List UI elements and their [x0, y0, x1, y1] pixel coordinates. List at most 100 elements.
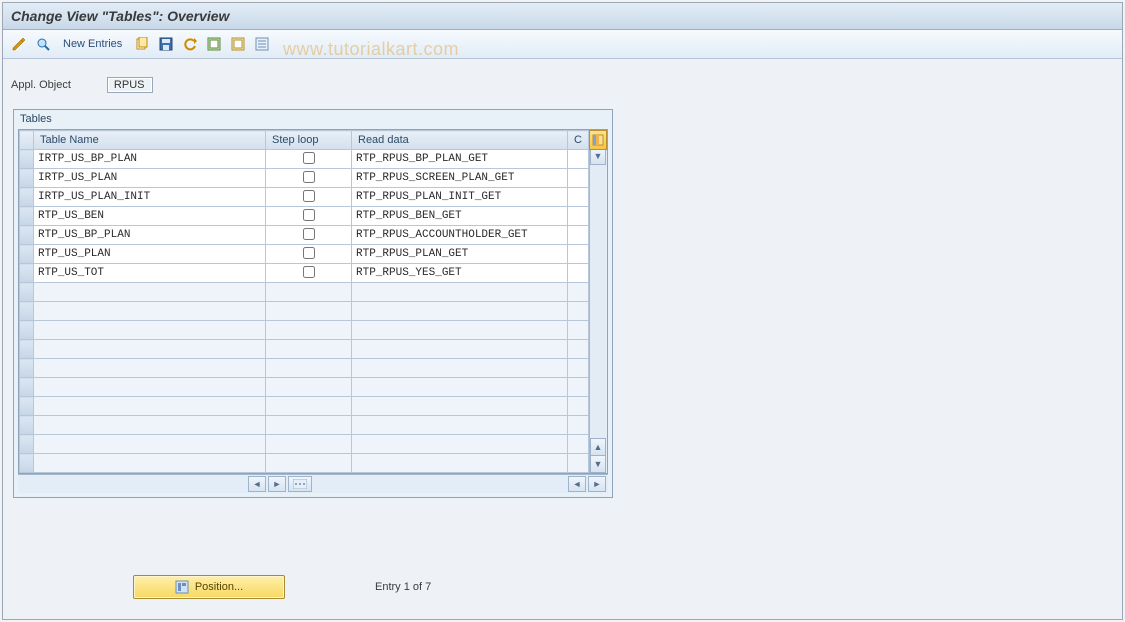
cell-table-name[interactable]: RTP_US_BEN: [34, 207, 266, 226]
cell-table-name[interactable]: IRTP_US_PLAN: [34, 169, 266, 188]
cell-table-name[interactable]: RTP_US_BP_PLAN: [34, 226, 266, 245]
table-row[interactable]: RTP_US_TOTRTP_RPUS_YES_GET: [20, 264, 589, 283]
cell-c[interactable]: [568, 378, 589, 397]
save-icon[interactable]: [156, 34, 176, 54]
deselect-all-icon[interactable]: [228, 34, 248, 54]
cell-c[interactable]: [568, 454, 589, 473]
cell-table-name[interactable]: [34, 302, 266, 321]
cell-c[interactable]: [568, 264, 589, 283]
cell-c[interactable]: [568, 207, 589, 226]
cell-step-loop[interactable]: [266, 321, 352, 340]
col-header-c[interactable]: C: [568, 131, 589, 150]
cell-c[interactable]: [568, 302, 589, 321]
cell-step-loop[interactable]: [266, 435, 352, 454]
row-selector[interactable]: [20, 169, 34, 188]
cell-read-data[interactable]: RTP_RPUS_PLAN_INIT_GET: [352, 188, 568, 207]
cell-read-data[interactable]: [352, 378, 568, 397]
scroll-right-icon[interactable]: ►: [268, 476, 286, 492]
tables-grid[interactable]: Table Name Step loop Read data C IRTP_US…: [19, 130, 589, 473]
column-config-icon[interactable]: [288, 476, 312, 492]
cell-step-loop[interactable]: [266, 302, 352, 321]
table-config-button[interactable]: [589, 130, 607, 150]
scroll-down-step-icon[interactable]: ▼: [590, 148, 606, 165]
cell-step-loop[interactable]: [266, 207, 352, 226]
cell-step-loop[interactable]: [266, 378, 352, 397]
cell-step-loop[interactable]: [266, 397, 352, 416]
cell-step-loop[interactable]: [266, 340, 352, 359]
col-header-name[interactable]: Table Name: [34, 131, 266, 150]
scroll-left-end-icon[interactable]: ◄: [568, 476, 586, 492]
cell-read-data[interactable]: [352, 359, 568, 378]
table-row[interactable]: [20, 283, 589, 302]
table-row[interactable]: IRTP_US_PLAN_INIT RTP_RPUS_PLAN_INIT_GET: [20, 188, 589, 207]
cell-read-data[interactable]: [352, 397, 568, 416]
cell-table-name[interactable]: [34, 321, 266, 340]
row-selector[interactable]: [20, 416, 34, 435]
table-row[interactable]: IRTP_US_PLAN RTP_RPUS_SCREEN_PLAN_GET: [20, 169, 589, 188]
cell-c[interactable]: [568, 245, 589, 264]
row-selector[interactable]: [20, 264, 34, 283]
horizontal-scrollbar[interactable]: ◄ ► ◄ ►: [18, 474, 608, 493]
cell-table-name[interactable]: [34, 378, 266, 397]
cell-c[interactable]: [568, 283, 589, 302]
find-icon[interactable]: [33, 34, 53, 54]
table-row[interactable]: [20, 340, 589, 359]
cell-read-data[interactable]: [352, 340, 568, 359]
new-entries-button[interactable]: New Entries: [57, 38, 128, 50]
row-selector[interactable]: [20, 283, 34, 302]
cell-table-name[interactable]: [34, 359, 266, 378]
row-selector[interactable]: [20, 435, 34, 454]
cell-read-data[interactable]: RTP_RPUS_YES_GET: [352, 264, 568, 283]
cell-step-loop[interactable]: [266, 150, 352, 169]
table-row[interactable]: [20, 378, 589, 397]
cell-step-loop[interactable]: [266, 245, 352, 264]
select-all-icon[interactable]: [204, 34, 224, 54]
cell-table-name[interactable]: [34, 454, 266, 473]
step-loop-checkbox[interactable]: [303, 247, 315, 259]
cell-c[interactable]: [568, 321, 589, 340]
col-header-step[interactable]: Step loop: [266, 131, 352, 150]
table-row[interactable]: [20, 435, 589, 454]
cell-table-name[interactable]: [34, 397, 266, 416]
row-selector[interactable]: [20, 378, 34, 397]
scroll-left-icon[interactable]: ◄: [248, 476, 266, 492]
cell-table-name[interactable]: RTP_US_PLAN: [34, 245, 266, 264]
step-loop-checkbox[interactable]: [303, 209, 315, 221]
cell-read-data[interactable]: RTP_RPUS_ACCOUNTHOLDER_GET: [352, 226, 568, 245]
cell-step-loop[interactable]: [266, 416, 352, 435]
row-selector[interactable]: [20, 226, 34, 245]
cell-c[interactable]: [568, 397, 589, 416]
cell-c[interactable]: [568, 340, 589, 359]
table-row[interactable]: [20, 321, 589, 340]
table-row[interactable]: [20, 302, 589, 321]
cell-read-data[interactable]: RTP_RPUS_SCREEN_PLAN_GET: [352, 169, 568, 188]
change-icon[interactable]: [9, 34, 29, 54]
cell-step-loop[interactable]: [266, 283, 352, 302]
cell-c[interactable]: [568, 169, 589, 188]
table-row[interactable]: RTP_US_PLANRTP_RPUS_PLAN_GET: [20, 245, 589, 264]
step-loop-checkbox[interactable]: [303, 171, 315, 183]
scroll-down-icon[interactable]: ▼: [590, 456, 606, 473]
cell-c[interactable]: [568, 150, 589, 169]
cell-step-loop[interactable]: [266, 359, 352, 378]
row-selector[interactable]: [20, 207, 34, 226]
cell-c[interactable]: [568, 359, 589, 378]
table-row[interactable]: IRTP_US_BP_PLANRTP_RPUS_BP_PLAN_GET: [20, 150, 589, 169]
table-row[interactable]: RTP_US_BP_PLAN RTP_RPUS_ACCOUNTHOLDER_GET: [20, 226, 589, 245]
scroll-up-step-icon[interactable]: ▲: [590, 438, 606, 456]
row-selector[interactable]: [20, 150, 34, 169]
cell-step-loop[interactable]: [266, 454, 352, 473]
cell-c[interactable]: [568, 226, 589, 245]
step-loop-checkbox[interactable]: [303, 266, 315, 278]
cell-step-loop[interactable]: [266, 226, 352, 245]
delete-icon[interactable]: [252, 34, 272, 54]
table-row[interactable]: [20, 416, 589, 435]
row-selector[interactable]: [20, 321, 34, 340]
cell-read-data[interactable]: [352, 302, 568, 321]
cell-c[interactable]: [568, 435, 589, 454]
cell-step-loop[interactable]: [266, 188, 352, 207]
cell-table-name[interactable]: IRTP_US_PLAN_INIT: [34, 188, 266, 207]
step-loop-checkbox[interactable]: [303, 190, 315, 202]
table-row[interactable]: [20, 359, 589, 378]
cell-read-data[interactable]: RTP_RPUS_BP_PLAN_GET: [352, 150, 568, 169]
